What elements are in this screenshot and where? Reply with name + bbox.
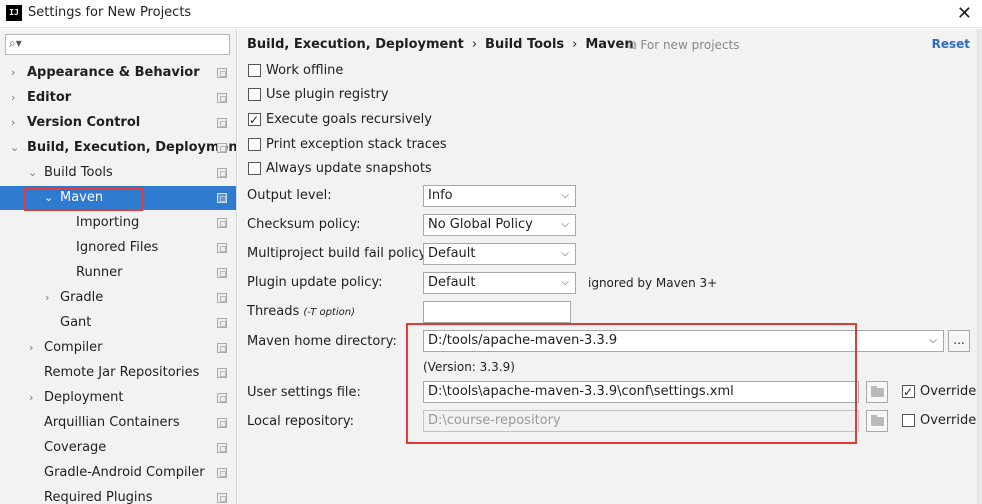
local-repository-label: Local repository: [247,414,354,429]
settings-content-pane: Build, Execution, Deployment › Build Tools… [238,29,982,504]
browse-local-repository-button[interactable] [866,410,888,432]
project-copy-icon: ⧉ [628,38,641,52]
window-title: Settings for New Projects [28,5,192,20]
project-copy-icon [217,443,227,453]
sidebar-item-gradle[interactable]: › Gradle [0,286,236,310]
local-repository-input[interactable]: D:\course-repository [423,410,859,432]
maven-home-directory-label: Maven home directory: [247,334,397,349]
project-copy-icon [217,68,227,78]
execute-goals-recursively-checkbox[interactable] [248,110,261,130]
reset-link[interactable]: Reset [932,37,970,51]
chevron-down-icon: ⌵ [561,190,569,201]
intellij-app-icon: IJ [6,5,22,21]
threads-input[interactable] [423,301,571,323]
maven-home-directory-select[interactable]: D:/tools/apache-maven-3.3.9 ⌵ [423,330,944,352]
sidebar-item-remote-jar-repositories[interactable]: Remote Jar Repositories [0,361,236,385]
threads-hint: (-T option) [303,307,355,318]
project-copy-icon [217,293,227,303]
work-offline-checkbox[interactable] [248,64,261,77]
chevron-right-icon: › [29,391,34,404]
always-update-snapshots-checkbox[interactable] [248,162,261,175]
project-copy-icon [217,193,227,203]
project-copy-icon [217,118,227,128]
maven-version-text: (Version: 3.3.9) [423,360,515,374]
settings-search-input[interactable]: ⌕▾ [5,34,230,55]
chevron-right-icon: › [29,341,34,354]
chevron-down-icon: ⌵ [561,219,569,230]
breadcrumb: Build, Execution, Deployment › Build Tools… [247,37,634,52]
sidebar-item-importing[interactable]: Importing [0,211,236,235]
sidebar-item-appearance-behavior[interactable]: › Appearance & Behavior [0,61,236,85]
sidebar-item-compiler[interactable]: › Compiler [0,336,236,360]
sidebar-item-arquillian-containers[interactable]: Arquillian Containers [0,411,236,435]
plugin-update-policy-label: Plugin update policy: [247,275,383,290]
project-copy-icon [217,218,227,228]
chevron-right-icon: › [45,291,50,304]
sidebar-item-deployment[interactable]: › Deployment [0,386,236,410]
project-copy-icon [217,168,227,178]
plugin-update-policy-note: ignored by Maven 3+ [588,276,718,290]
settings-sidebar: ⌕▾ › Appearance & Behavior › Editor › Ve… [0,29,237,504]
use-plugin-registry-checkbox[interactable] [248,88,261,101]
checksum-policy-label: Checksum policy: [247,217,361,232]
output-level-select[interactable]: Info ⌵ [423,185,576,207]
sidebar-item-build-execution-deployment[interactable]: ⌄ Build, Execution, Deployment [0,136,236,160]
print-exception-stack-traces-checkbox[interactable] [248,138,261,151]
project-copy-icon [217,243,227,253]
user-settings-override-checkbox[interactable] [902,382,915,402]
chevron-down-icon: ⌄ [28,166,38,179]
user-settings-file-input[interactable]: D:\tools\apache-maven-3.3.9\conf\setting… [423,381,859,403]
browse-user-settings-button[interactable] [866,381,888,403]
sidebar-item-editor[interactable]: › Editor [0,86,236,110]
sidebar-item-maven[interactable]: ⌄ Maven [0,186,236,210]
project-copy-icon [217,318,227,328]
sidebar-item-coverage[interactable]: Coverage [0,436,236,460]
chevron-right-icon: › [11,66,16,79]
sidebar-item-required-plugins[interactable]: Required Plugins [0,486,236,504]
chevron-right-icon: › [11,91,16,104]
sidebar-item-version-control[interactable]: › Version Control [0,111,236,135]
checksum-policy-select[interactable]: No Global Policy ⌵ [423,214,576,236]
breadcrumb-build-tools: Build Tools [485,37,565,52]
user-settings-file-label: User settings file: [247,385,361,400]
breadcrumb-separator: › [572,37,578,52]
folder-icon [871,415,884,426]
chevron-down-icon: ⌄ [44,191,54,204]
multiproject-fail-policy-label: Multiproject build fail policy: [247,246,430,261]
project-copy-icon [217,343,227,353]
project-copy-icon [217,268,227,278]
project-copy-icon [217,493,227,503]
project-copy-icon [217,468,227,478]
sidebar-item-ignored-files[interactable]: Ignored Files [0,236,236,260]
project-copy-icon [217,368,227,378]
close-icon[interactable]: ✕ [957,3,972,24]
title-bar: IJ Settings for New Projects ✕ [0,0,982,28]
chevron-down-icon: ⌵ [561,248,569,259]
sidebar-item-gant[interactable]: Gant [0,311,236,335]
breadcrumb-separator: › [471,37,478,52]
project-copy-icon [217,93,227,103]
chevron-down-icon: ⌵ [561,277,569,288]
search-icon: ⌕▾ [9,36,22,50]
threads-label: Threads (-T option) [247,304,355,319]
browse-maven-home-button[interactable]: ... [948,330,970,352]
scrollbar[interactable] [977,29,982,504]
chevron-right-icon: › [11,116,16,129]
project-copy-icon [217,393,227,403]
sidebar-item-runner[interactable]: Runner [0,261,236,285]
chevron-down-icon: ⌵ [929,335,937,346]
local-repository-override-checkbox[interactable] [902,414,915,427]
sidebar-item-build-tools[interactable]: ⌄ Build Tools [0,161,236,185]
project-copy-icon [217,418,227,428]
chevron-down-icon: ⌄ [10,141,20,154]
folder-icon [871,386,884,397]
breadcrumb-maven: Maven [585,37,634,52]
breadcrumb-build-execution-deployment: Build, Execution, Deployment [247,37,464,52]
project-copy-icon [217,143,227,153]
output-level-label: Output level: [247,188,332,203]
for-new-projects-note: ⧉ For new projects [628,38,740,52]
sidebar-item-gradle-android-compiler[interactable]: Gradle-Android Compiler [0,461,236,485]
multiproject-fail-policy-select[interactable]: Default ⌵ [423,243,576,265]
plugin-update-policy-select[interactable]: Default ⌵ [423,272,576,294]
